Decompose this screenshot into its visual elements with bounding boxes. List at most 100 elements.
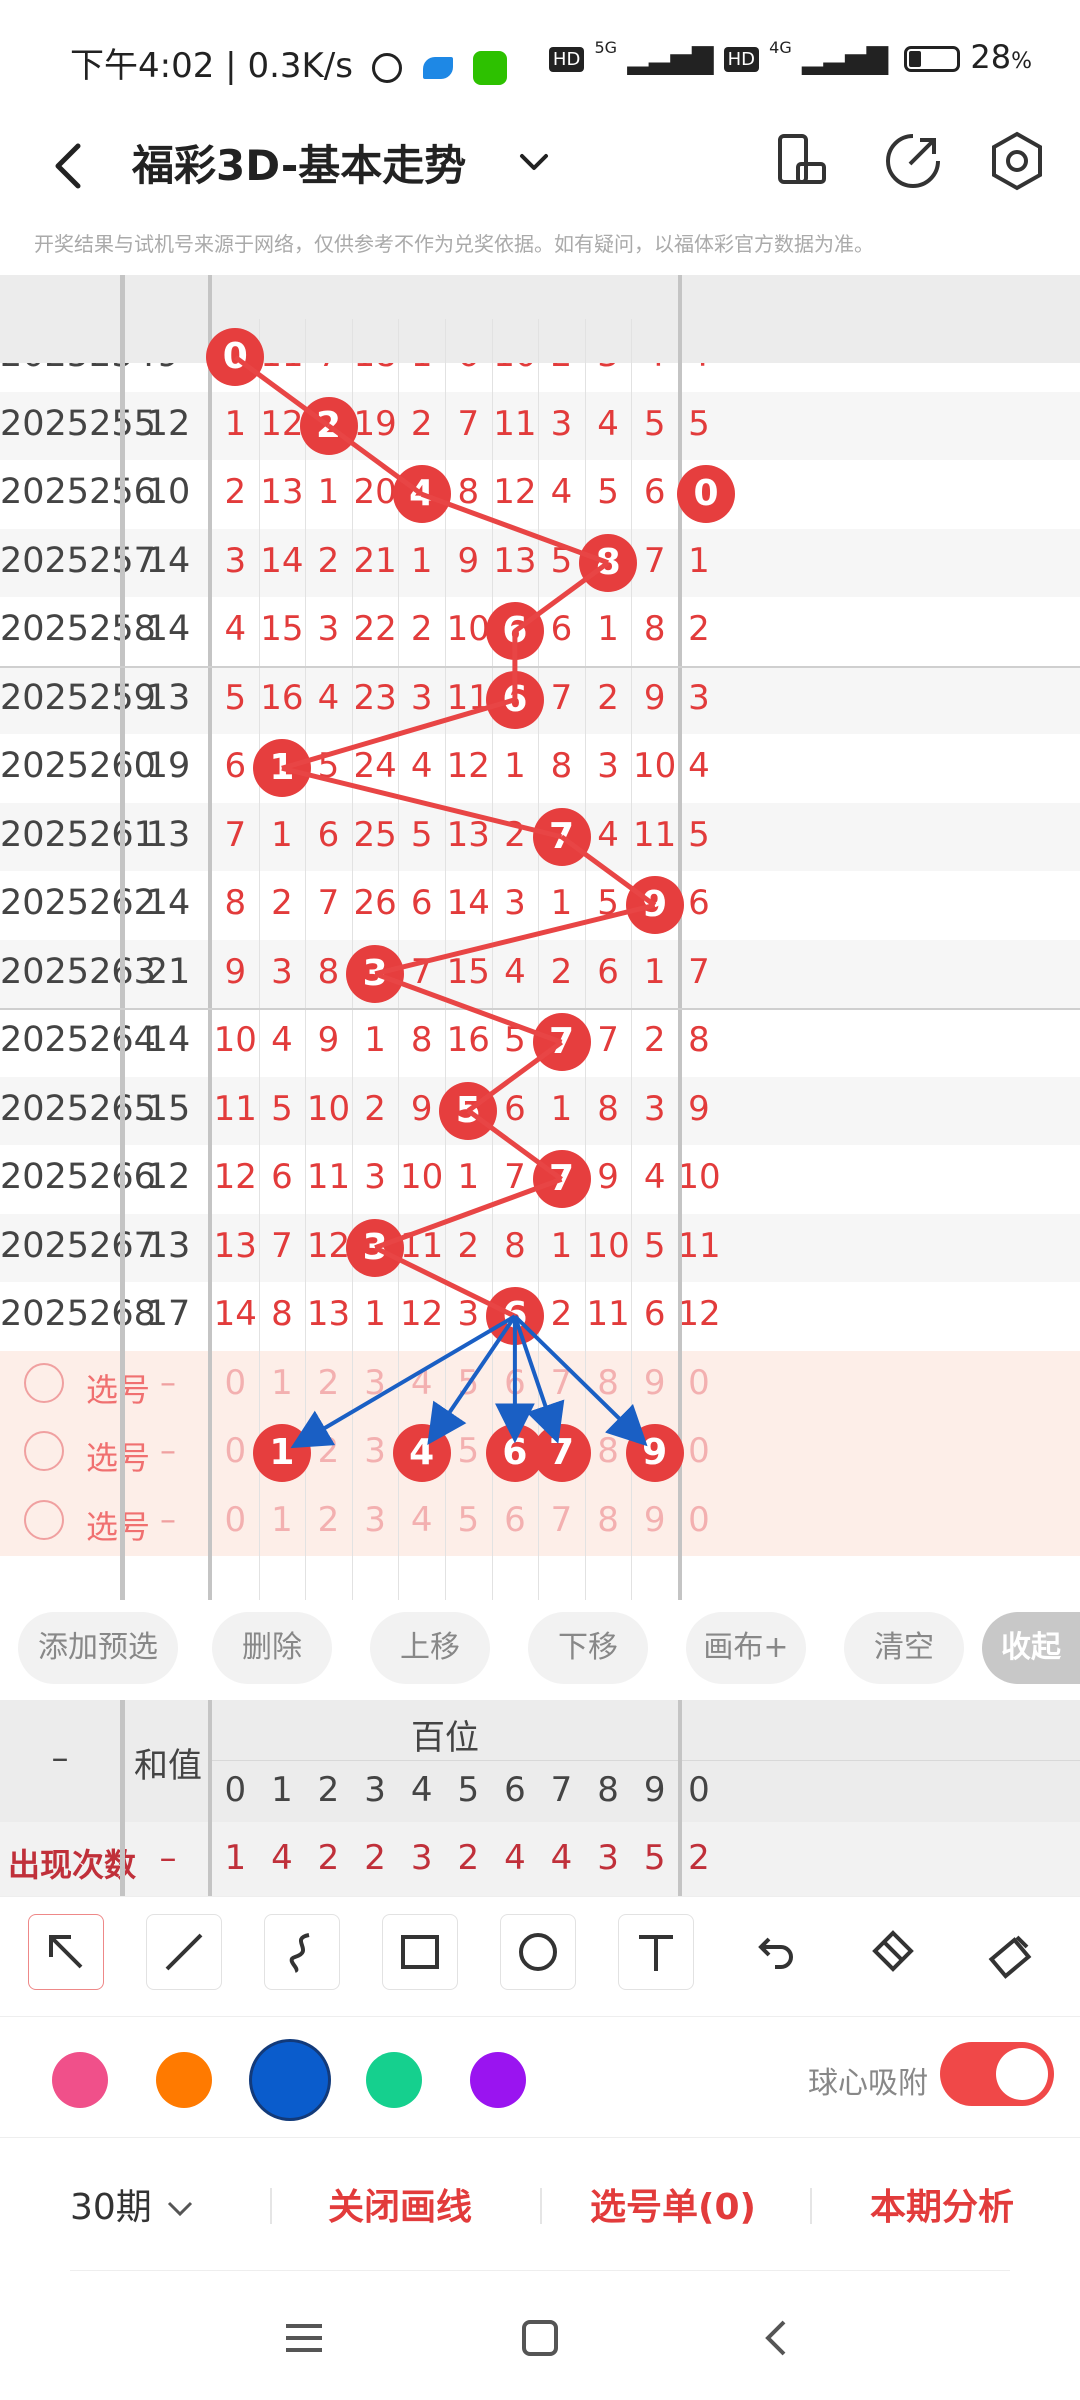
back-icon[interactable] <box>752 2314 800 2362</box>
blue-arrow <box>513 1314 648 1447</box>
clear-brush-icon <box>988 1935 1032 1979</box>
stats-next-header: 0 <box>688 1770 710 1810</box>
rectangle-icon <box>401 1935 439 1969</box>
occurrence-count: 3 <box>410 1838 433 1878</box>
trend-segment <box>374 1176 563 1251</box>
action-button[interactable]: 添加预选 <box>18 1612 178 1684</box>
stats-left-header: – <box>51 1738 69 1778</box>
action-button[interactable]: 下移 <box>528 1612 648 1684</box>
drawing-tool-button[interactable] <box>264 1914 340 1990</box>
trend-segment <box>281 697 516 771</box>
action-button[interactable]: 删除 <box>212 1612 332 1684</box>
trend-segment <box>466 1040 563 1113</box>
battery-unit: % <box>1011 49 1032 74</box>
period-selector[interactable]: 30期 <box>70 2178 197 2230</box>
drawing-tool-button[interactable] <box>972 1914 1048 1990</box>
occurrence-next: 2 <box>688 1838 710 1878</box>
settings-icon <box>992 131 1042 191</box>
stats-digit-header: 1 <box>271 1770 293 1810</box>
home-icon[interactable] <box>516 2314 564 2362</box>
drawing-tool-button[interactable] <box>382 1914 458 1990</box>
occurrence-sum: – <box>159 1838 177 1878</box>
settings-button[interactable] <box>984 128 1050 194</box>
signal-icon-2: ▂▃▅▇ <box>801 42 889 75</box>
bottom-divider <box>70 2270 1010 2271</box>
stats-digit-header: 7 <box>550 1770 573 1810</box>
color-swatch[interactable] <box>52 2052 108 2108</box>
snap-label: 球心吸附 <box>808 2066 928 2101</box>
occurrence-count: 4 <box>504 1838 526 1878</box>
action-bar: 添加预选 删除 上移 下移 画布+ 清空 收起 <box>0 1612 1080 1684</box>
screen-orientation-button[interactable] <box>770 128 830 194</box>
hd-icon: HD <box>548 46 585 72</box>
column-separator <box>120 1700 125 1896</box>
color-swatch[interactable] <box>470 2052 526 2108</box>
bottom-action-bar: 30期 关闭画线 选号单(0) 本期分析 <box>0 2136 1080 2276</box>
phone-rotate-icon <box>778 134 826 184</box>
occurrence-count: 1 <box>224 1838 247 1878</box>
chevron-down-icon <box>520 154 548 170</box>
freehand-icon <box>289 1933 310 1973</box>
drawing-tool-button[interactable] <box>736 1914 812 1990</box>
trend-segment <box>420 491 609 566</box>
pick-list-button[interactable]: 选号单(0) <box>590 2178 756 2230</box>
menu-icon[interactable] <box>280 2314 328 2362</box>
column-separator <box>208 1700 212 1896</box>
line-icon <box>165 1933 203 1971</box>
color-swatch[interactable] <box>252 2042 328 2118</box>
snap-toggle[interactable] <box>940 2042 1054 2106</box>
status-left: 下午4:02 | 0.3K/s <box>70 38 508 87</box>
arrow-pointer-icon <box>49 1935 83 1969</box>
stats-digit-header: 5 <box>457 1770 480 1810</box>
occurrence-count: 4 <box>271 1838 293 1878</box>
trend-segment <box>466 1108 563 1182</box>
action-button[interactable]: 清空 <box>844 1612 964 1684</box>
share-button[interactable] <box>880 128 946 194</box>
analysis-button[interactable]: 本期分析 <box>870 2178 1014 2230</box>
stats-digit-header: 0 <box>224 1770 247 1810</box>
page-title[interactable]: 福彩3D-基本走势 <box>132 132 466 193</box>
trend-segment <box>233 355 330 428</box>
trend-segment <box>374 902 656 977</box>
occurrence-label: 出现次数 <box>8 1846 137 1884</box>
network-4g: 4G <box>769 38 792 57</box>
header-divider <box>212 1760 1080 1761</box>
collapse-button[interactable]: 收起 <box>982 1612 1080 1684</box>
title-dropdown-button[interactable] <box>512 140 556 184</box>
color-swatch[interactable] <box>366 2052 422 2108</box>
occurrence-count: 2 <box>457 1838 480 1878</box>
blue-arrow <box>290 1314 516 1449</box>
status-time: 下午4:02 <box>70 46 215 86</box>
action-button[interactable]: 上移 <box>370 1612 490 1684</box>
divider <box>270 2188 272 2224</box>
drawing-tool-button[interactable] <box>618 1914 694 1990</box>
color-picker <box>0 2030 700 2120</box>
status-separator: | <box>225 46 248 86</box>
network-speed: 0.3K/s <box>247 46 353 86</box>
battery-icon <box>904 46 961 72</box>
status-bar: 下午4:02 | 0.3K/s HD 5G ▂▃▅▇ HD 4G ▂▃▅▇ 28… <box>0 0 1080 120</box>
chevron-down-icon <box>168 2201 193 2217</box>
drawing-tool-button[interactable] <box>146 1914 222 1990</box>
action-button[interactable]: 画布+ <box>686 1612 806 1684</box>
trend-segment <box>513 560 610 634</box>
color-swatch[interactable] <box>156 2052 212 2108</box>
status-right: HD 5G ▂▃▅▇ HD 4G ▂▃▅▇ 28% <box>548 38 1032 76</box>
drawing-tool-button[interactable] <box>854 1914 930 1990</box>
stats-hundreds-header: 百位 <box>411 1718 479 1758</box>
network-5g: 5G <box>594 38 618 57</box>
signal-icon: ▂▃▅▇ <box>627 42 714 75</box>
occurrence-count: 4 <box>550 1838 573 1878</box>
trend-segment <box>373 1245 517 1319</box>
trend-segment <box>560 834 657 908</box>
occurrence-count: 2 <box>317 1838 340 1878</box>
drawing-tool-button[interactable] <box>500 1914 576 1990</box>
back-button[interactable] <box>40 136 100 196</box>
trend-segment <box>327 423 424 497</box>
stats-table: – 和值 百位 0 1 1 4 2 2 3 2 4 3 5 2 6 4 7 4 8 3 9 5 0 出现次数 –2 <box>0 1700 1080 1896</box>
close-lines-button[interactable]: 关闭画线 <box>328 2178 472 2230</box>
trend-line-layer <box>233 355 657 1449</box>
wechat-icon <box>473 50 508 85</box>
drawing-tool-button[interactable] <box>28 1914 104 1990</box>
divider <box>810 2188 812 2224</box>
